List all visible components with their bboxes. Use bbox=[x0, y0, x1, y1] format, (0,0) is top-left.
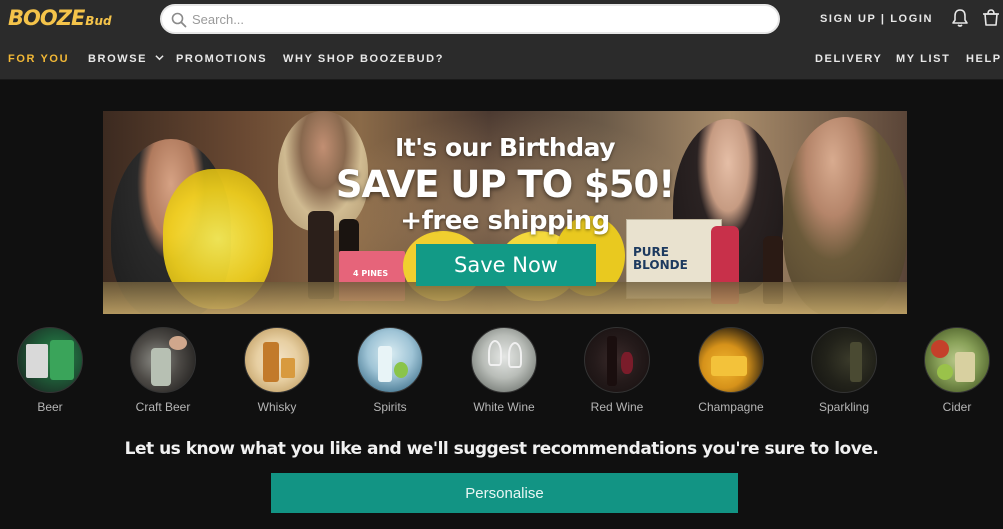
category-whisky[interactable]: Whisky bbox=[232, 327, 322, 414]
cart-icon[interactable] bbox=[982, 8, 1000, 28]
logo-sub-text: Bud bbox=[85, 14, 112, 28]
category-spirits[interactable]: Spirits bbox=[345, 327, 435, 414]
nav-promotions[interactable]: PROMOTIONS bbox=[176, 53, 267, 65]
category-craft-beer-image bbox=[130, 327, 196, 393]
banner-headline-shipping: +free shipping bbox=[400, 206, 610, 236]
banner-headline-birthday: It's our Birthday bbox=[395, 133, 616, 162]
category-champagne-image bbox=[698, 327, 764, 393]
category-label: Red Wine bbox=[590, 400, 644, 414]
category-label: Spirits bbox=[373, 400, 407, 414]
recommendation-prompt: Let us know what you like and we'll sugg… bbox=[124, 439, 879, 459]
nav-my-list[interactable]: MY LIST bbox=[896, 53, 950, 65]
category-label: Craft Beer bbox=[135, 400, 191, 414]
category-red-wine-image bbox=[584, 327, 650, 393]
bell-icon[interactable] bbox=[951, 8, 969, 28]
category-label: White Wine bbox=[473, 400, 535, 414]
chevron-down-icon bbox=[155, 55, 164, 61]
birthday-promo-banner[interactable]: 4 PINES PURE BLONDE It's our Birthday SA… bbox=[103, 111, 907, 314]
box-label-line2: BLONDE bbox=[633, 258, 688, 272]
pack-label: 4 PINES bbox=[353, 269, 389, 278]
category-whisky-image bbox=[244, 327, 310, 393]
category-red-wine[interactable]: Red Wine bbox=[572, 327, 662, 414]
personalise-button[interactable]: Personalise bbox=[271, 473, 738, 513]
category-champagne[interactable]: Champagne bbox=[686, 327, 776, 414]
banner-headline-save: SAVE UP TO $50! bbox=[335, 163, 675, 206]
search-input[interactable] bbox=[192, 8, 752, 30]
category-white-wine[interactable]: White Wine bbox=[459, 327, 549, 414]
signup-login-link[interactable]: SIGN UP | LOGIN bbox=[820, 13, 933, 25]
header-divider bbox=[0, 79, 1003, 80]
nav-browse[interactable]: BROWSE bbox=[88, 53, 164, 65]
banner-table bbox=[103, 282, 907, 314]
category-label: Sparkling bbox=[818, 400, 870, 414]
category-sparkling-image bbox=[811, 327, 877, 393]
box-label-line1: PURE bbox=[633, 245, 669, 259]
category-label: Whisky bbox=[257, 400, 297, 414]
category-label: Champagne bbox=[698, 400, 764, 414]
save-now-button[interactable]: Save Now bbox=[416, 244, 596, 286]
nav-browse-label: BROWSE bbox=[88, 53, 148, 65]
top-header: BOOZE Bud SIGN UP | LOGIN FOR YOU BROWSE… bbox=[0, 0, 1003, 80]
nav-why-shop[interactable]: WHY SHOP BOOZEBUD? bbox=[283, 53, 444, 65]
category-white-wine-image bbox=[471, 327, 537, 393]
category-cider-image bbox=[924, 327, 990, 393]
category-sparkling[interactable]: Sparkling bbox=[799, 327, 889, 414]
category-craft-beer[interactable]: Craft Beer bbox=[118, 327, 208, 414]
category-label: Cider bbox=[942, 400, 972, 414]
nav-for-you[interactable]: FOR YOU bbox=[8, 53, 69, 65]
category-cider[interactable]: Cider bbox=[912, 327, 1002, 414]
nav-delivery[interactable]: DELIVERY bbox=[815, 53, 882, 65]
search-icon bbox=[171, 12, 187, 28]
logo-main-text: BOOZE bbox=[8, 6, 85, 30]
box-label: PURE BLONDE bbox=[633, 246, 688, 272]
search-bar[interactable] bbox=[160, 4, 780, 34]
category-beer[interactable]: Beer bbox=[5, 327, 95, 414]
boozebud-logo[interactable]: BOOZE Bud bbox=[8, 6, 112, 30]
category-beer-image bbox=[17, 327, 83, 393]
category-label: Beer bbox=[37, 400, 63, 414]
nav-help[interactable]: HELP bbox=[966, 53, 1002, 65]
category-spirits-image bbox=[357, 327, 423, 393]
